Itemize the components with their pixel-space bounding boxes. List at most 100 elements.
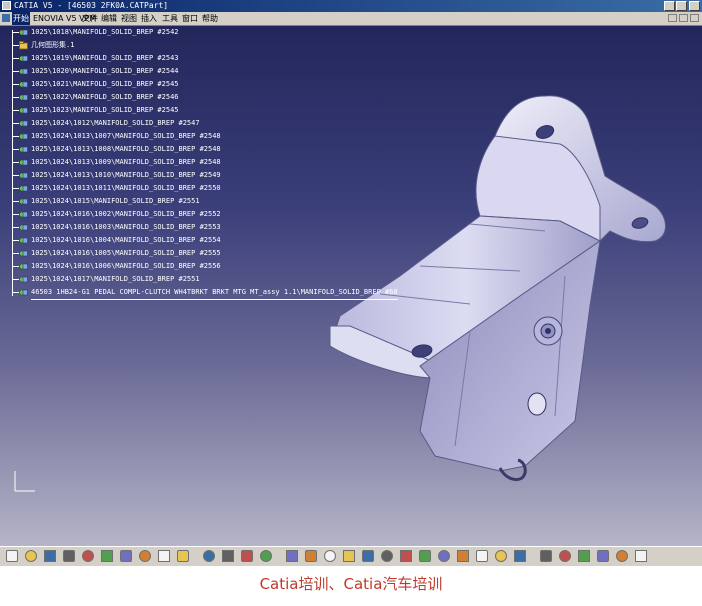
specification-tree: 1025\1018\MANIFOLD_SOLID_BREP #2542 几何图形集… [3,26,423,306]
hide-show-icon[interactable] [495,550,507,562]
tree-node-label: 1025\1023\MANIFOLD_SOLID_BREP #2545 [31,106,179,114]
new-icon[interactable] [6,550,18,562]
whats-this-icon[interactable] [177,550,189,562]
tree-node-label: 1025\1024\1016\1003\MANIFOLD_SOLID_BREP … [31,223,221,231]
fit-all-icon[interactable] [324,550,336,562]
comment-icon[interactable] [222,550,234,562]
solid-body-icon [19,288,28,297]
tree-node-label: 1025\1024\1016\1005\MANIFOLD_SOLID_BREP … [31,249,221,257]
solid-body-icon [19,210,28,219]
solid-body-icon [19,132,28,141]
fly-mode-icon[interactable] [305,550,317,562]
zoom-in-icon[interactable] [381,550,393,562]
solid-body-icon [19,93,28,102]
tree-node-label: 1025\1024\1012\MANIFOLD_SOLID_BREP #2547 [31,119,200,127]
part-design-icon[interactable] [559,550,571,562]
doc-restore-button[interactable] [679,14,688,22]
formula-icon[interactable] [203,550,215,562]
measure-icon[interactable] [260,550,272,562]
solid-body-icon [19,54,28,63]
tree-node-label: 1025\1024\1016\1004\MANIFOLD_SOLID_BREP … [31,236,221,244]
menu-edit[interactable]: 编辑 [101,12,117,25]
cut-icon[interactable] [82,550,94,562]
geometrical-set-icon [19,41,28,50]
apply-material-icon[interactable] [286,550,298,562]
solid-body-icon [19,236,28,245]
solid-body-icon [19,67,28,76]
menu-view[interactable]: 视图 [121,12,137,25]
redo-icon[interactable] [158,550,170,562]
undo-icon[interactable] [139,550,151,562]
zoom-out-icon[interactable] [400,550,412,562]
solid-body-icon [19,145,28,154]
maximize-button[interactable] [676,1,687,11]
solid-body-icon [19,275,28,284]
solid-body-icon [19,158,28,167]
bottom-toolbar [0,546,702,566]
tree-node-label: 1025\1024\1017\MANIFOLD_SOLID_BREP #2551 [31,275,200,283]
menu-insert[interactable]: 插入 [141,12,157,25]
tree-node-label: 1025\1024\1016\1006\MANIFOLD_SOLID_BREP … [31,262,221,270]
solid-body-icon [19,184,28,193]
swap-visible-icon[interactable] [514,550,526,562]
iso-view-icon[interactable] [457,550,469,562]
copy-icon[interactable] [101,550,113,562]
pan-icon[interactable] [343,550,355,562]
update-icon[interactable] [616,550,628,562]
shading-icon[interactable] [476,550,488,562]
window-title: CATIA V5 - [46503 2FK0A.CATPart] [14,1,169,10]
document-icon [2,14,10,22]
doc-minimize-button[interactable] [668,14,677,22]
menu-file[interactable]: 文件 [82,12,98,25]
menu-tools[interactable]: 工具 [162,12,178,25]
normal-view-icon[interactable] [419,550,431,562]
menu-start[interactable]: 开始 [12,12,30,25]
menu-bar: 开始 ENOVIA V5 VPM 文件 编辑 视图 插入 工具 窗口 帮助 [0,12,702,26]
caption-text: Catia培训、Catia汽车培训 [259,575,443,593]
solid-body-icon [19,119,28,128]
tree-node-label: 1025\1019\MANIFOLD_SOLID_BREP #2543 [31,54,179,62]
tree-node-label: 1025\1022\MANIFOLD_SOLID_BREP #2546 [31,93,179,101]
tree-node-label: 1025\1021\MANIFOLD_SOLID_BREP #2545 [31,80,179,88]
close-button[interactable] [689,1,700,11]
catalog-icon[interactable] [241,550,253,562]
tree-node-label: 1025\1024\1013\1008\MANIFOLD_SOLID_BREP … [31,145,221,153]
solid-body-icon [19,106,28,115]
tree-spine [12,30,13,296]
solid-body-icon [19,197,28,206]
tree-node-label: 1025\1024\1013\1010\MANIFOLD_SOLID_BREP … [31,171,221,179]
solid-body-icon [19,171,28,180]
scale-icon[interactable] [635,550,647,562]
tree-node-label: 1025\1024\1015\MANIFOLD_SOLID_BREP #2551 [31,197,200,205]
axis-triad-icon [14,471,35,492]
open-icon[interactable] [25,550,37,562]
tree-node-label: 1025\1018\MANIFOLD_SOLID_BREP #2542 [31,28,179,36]
tree-node-label: 1025\1024\1013\1007\MANIFOLD_SOLID_BREP … [31,132,221,140]
solid-body-icon [19,223,28,232]
snap-icon[interactable] [597,550,609,562]
menu-help[interactable]: 帮助 [202,12,218,25]
tree-node-label: 几何图形集.1 [31,41,75,49]
compass-icon[interactable] [578,550,590,562]
solid-body-icon [19,28,28,37]
tree-node-label: 1025\1020\MANIFOLD_SOLID_BREP #2544 [31,67,179,75]
doc-close-button[interactable] [690,14,699,22]
print-icon[interactable] [63,550,75,562]
rotate-icon[interactable] [362,550,374,562]
tree-node-label: 1025\1024\1016\1002\MANIFOLD_SOLID_BREP … [31,210,221,218]
multi-view-icon[interactable] [438,550,450,562]
title-bar: CATIA V5 - [46503 2FK0A.CATPart] [0,0,702,12]
save-icon[interactable] [44,550,56,562]
menu-window[interactable]: 窗口 [182,12,198,25]
catia-window: CATIA V5 - [46503 2FK0A.CATPart] 开始 ENOV… [0,0,702,566]
minimize-button[interactable] [664,1,675,11]
tree-node-label: 1025\1024\1013\1009\MANIFOLD_SOLID_BREP … [31,158,221,166]
paste-icon[interactable] [120,550,132,562]
solid-body-icon [19,249,28,258]
tree-node-label: 1025\1024\1013\1011\MANIFOLD_SOLID_BREP … [31,184,221,192]
tree-node-label: 46503 1HB24-G1 PEDAL COMPL-CLUTCH WH4TBR… [31,286,398,300]
catia-app-icon [2,1,11,10]
3d-viewport[interactable]: 1025\1018\MANIFOLD_SOLID_BREP #2542 几何图形集… [0,26,702,546]
solid-body-icon [19,80,28,89]
sketcher-icon[interactable] [540,550,552,562]
